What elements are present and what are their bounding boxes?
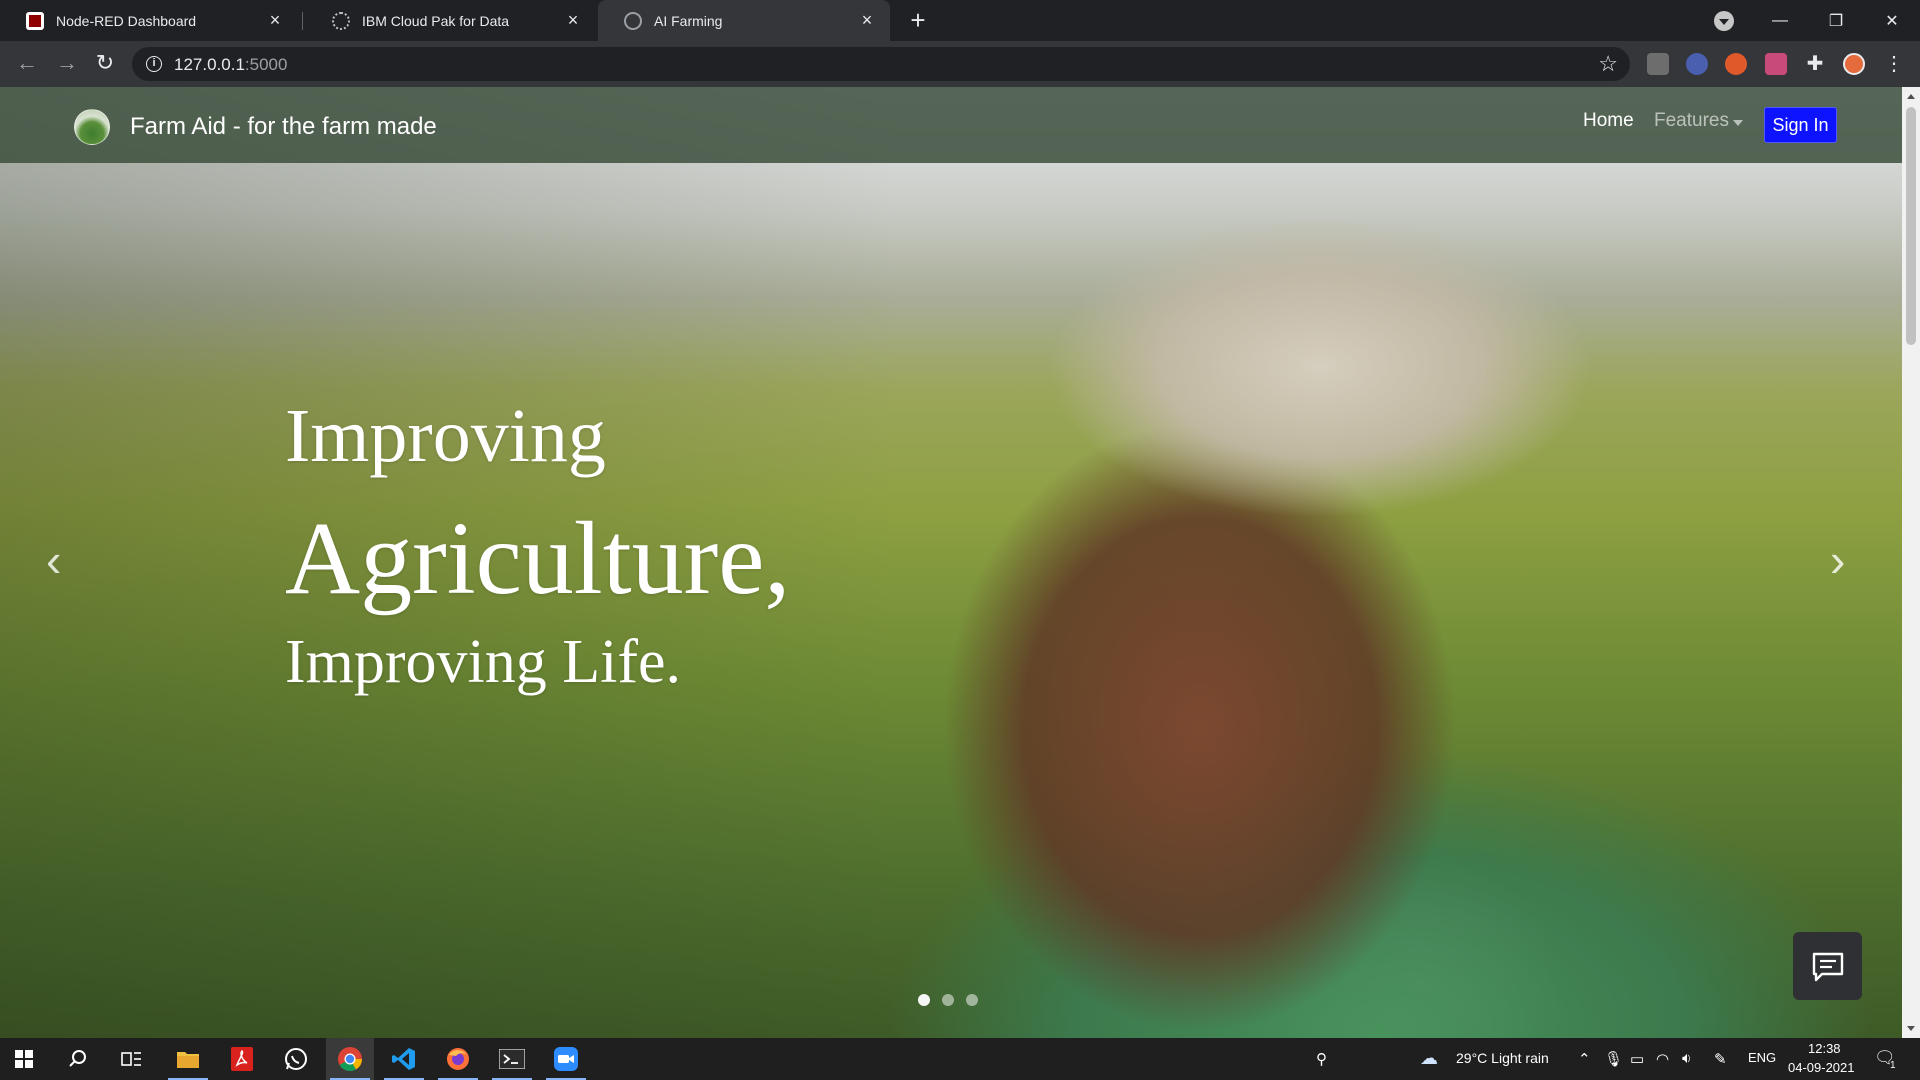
tab-search-dropdown-icon[interactable] xyxy=(1714,11,1734,31)
site-info-icon[interactable]: i xyxy=(146,56,162,72)
globe-icon xyxy=(624,11,642,30)
ibm-cloud-icon xyxy=(332,11,350,30)
language-indicator[interactable]: ENG xyxy=(1748,1050,1776,1065)
tab-ai-farming[interactable]: AI Farming × xyxy=(598,0,890,41)
windows-start-icon[interactable] xyxy=(0,1038,48,1080)
forward-arrow-icon[interactable]: → xyxy=(52,49,82,79)
node-red-icon xyxy=(26,11,44,30)
weather-text[interactable]: 29°C Light rain xyxy=(1456,1050,1549,1066)
zoom-icon[interactable] xyxy=(542,1038,590,1080)
chat-icon xyxy=(1812,952,1844,982)
restore-icon[interactable]: ❐ xyxy=(1808,0,1864,41)
window-close-icon[interactable]: ✕ xyxy=(1864,0,1920,41)
farm-logo[interactable] xyxy=(74,109,110,145)
site-brand[interactable]: Farm Aid - for the farm made xyxy=(130,113,437,141)
notification-count: 1 xyxy=(1890,1060,1896,1071)
caret-down-icon[interactable] xyxy=(1733,120,1743,126)
firefox-icon[interactable] xyxy=(434,1038,482,1080)
tab-separator xyxy=(302,12,303,30)
extension-icon[interactable] xyxy=(1647,53,1669,75)
nav-features-dropdown[interactable]: Features xyxy=(1654,110,1729,132)
people-icon[interactable]: ⚲ xyxy=(1316,1050,1327,1068)
browser-toolbar: ← → ↻ i 127.0.0.1:5000 ☆ xyxy=(0,41,1920,87)
pen-icon[interactable]: ✎ xyxy=(1714,1050,1727,1068)
extension-icon[interactable] xyxy=(1686,53,1708,75)
carousel-next-icon[interactable]: › xyxy=(1830,537,1845,583)
minimize-icon[interactable]: — xyxy=(1752,0,1808,41)
microphone-icon[interactable]: 🎙︎ xyxy=(1604,1050,1623,1068)
close-icon[interactable]: × xyxy=(266,11,284,30)
hero-line-3: Improving Life. xyxy=(285,628,682,696)
windows-taskbar: ⚲ ☁ 29°C Light rain ⌃ 🎙︎ ▭ ◠ 🔉︎ ✎ ENG 12… xyxy=(0,1038,1920,1080)
tab-node-red-dashboard[interactable]: Node-RED Dashboard × xyxy=(0,0,298,41)
chrome-icon[interactable] xyxy=(326,1038,374,1080)
carousel-indicators xyxy=(918,994,978,1006)
sign-in-button[interactable]: Sign In xyxy=(1764,107,1837,143)
carousel-indicator-dot[interactable] xyxy=(966,994,978,1006)
battery-icon[interactable]: ▭ xyxy=(1630,1050,1644,1068)
carousel-indicator-dot[interactable] xyxy=(942,994,954,1006)
site-navbar: Farm Aid - for the farm made Home Featur… xyxy=(0,87,1902,163)
close-icon[interactable]: × xyxy=(858,11,876,30)
address-bar[interactable]: i 127.0.0.1:5000 ☆ xyxy=(132,47,1630,81)
scroll-down-arrow-icon[interactable] xyxy=(1907,1026,1915,1031)
whatsapp-icon[interactable] xyxy=(272,1038,320,1080)
vscode-icon[interactable] xyxy=(380,1038,428,1080)
wifi-icon[interactable]: ◠ xyxy=(1656,1050,1669,1068)
browser-menu-icon[interactable]: ⋮ xyxy=(1883,53,1905,75)
file-explorer-icon[interactable] xyxy=(164,1038,212,1080)
search-icon[interactable] xyxy=(54,1038,102,1080)
scroll-up-arrow-icon[interactable] xyxy=(1907,94,1915,99)
extension-icon[interactable] xyxy=(1725,53,1747,75)
extensions-puzzle-icon[interactable]: ✚ xyxy=(1804,53,1826,75)
bookmark-star-icon[interactable]: ☆ xyxy=(1598,51,1618,77)
tab-title: IBM Cloud Pak for Data xyxy=(362,12,510,29)
clock-date[interactable]: 04-09-2021 xyxy=(1788,1060,1855,1075)
extension-icon[interactable] xyxy=(1765,53,1787,75)
terminal-icon[interactable] xyxy=(488,1038,536,1080)
carousel-prev-icon[interactable]: ‹ xyxy=(46,537,61,583)
hero-line-2: Agriculture, xyxy=(285,501,791,616)
new-tab-plus-icon[interactable]: + xyxy=(905,7,931,34)
volume-icon[interactable]: 🔉︎ xyxy=(1682,1050,1691,1067)
browser-tab-strip: Node-RED Dashboard × IBM Cloud Pak for D… xyxy=(0,0,1920,41)
tab-title: Node-RED Dashboard xyxy=(56,12,197,29)
acrobat-reader-icon[interactable] xyxy=(218,1038,266,1080)
page-scrollbar[interactable] xyxy=(1902,87,1920,1038)
profile-avatar[interactable] xyxy=(1843,53,1865,75)
reload-icon[interactable]: ↻ xyxy=(90,49,120,79)
chatbot-button[interactable] xyxy=(1793,932,1862,1000)
clock-time[interactable]: 12:38 xyxy=(1808,1041,1841,1056)
web-page: Farm Aid - for the farm made Home Featur… xyxy=(0,87,1902,1038)
scrollbar-thumb[interactable] xyxy=(1906,107,1916,345)
chevron-up-icon[interactable]: ⌃ xyxy=(1578,1050,1591,1068)
task-view-icon[interactable] xyxy=(108,1038,156,1080)
tab-ibm-cloud-pak[interactable]: IBM Cloud Pak for Data × xyxy=(306,0,596,41)
tab-title: AI Farming xyxy=(654,12,723,29)
nav-home-link[interactable]: Home xyxy=(1583,110,1634,132)
weather-cloud-icon[interactable]: ☁ xyxy=(1420,1048,1438,1069)
back-arrow-icon[interactable]: ← xyxy=(12,49,42,79)
hero-line-1: Improving xyxy=(285,394,606,478)
close-icon[interactable]: × xyxy=(564,11,582,30)
carousel-indicator-dot[interactable] xyxy=(918,994,930,1006)
url-text: 127.0.0.1:5000 xyxy=(174,55,288,74)
